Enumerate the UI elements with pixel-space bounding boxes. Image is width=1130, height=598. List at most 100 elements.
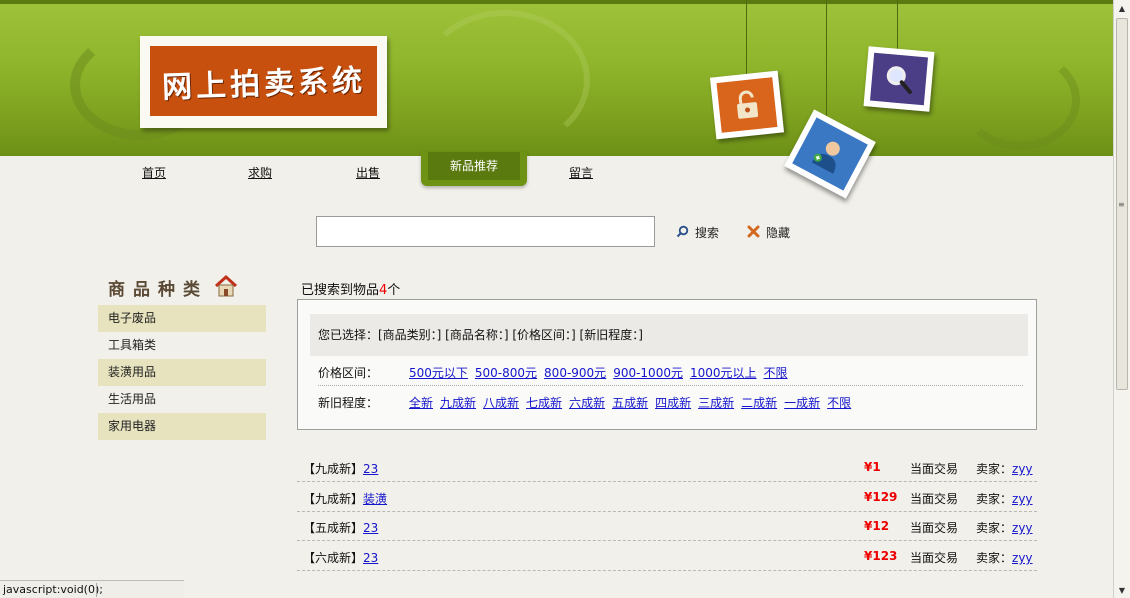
- result-condition: 【九成新】23: [303, 460, 378, 477]
- condition-option[interactable]: 一成新: [784, 394, 820, 411]
- category-title: 商品种类: [108, 274, 238, 301]
- header-banner: 网上拍卖系统: [0, 0, 1113, 156]
- result-price: ¥129: [864, 490, 898, 504]
- condition-option[interactable]: 七成新: [526, 394, 562, 411]
- nav-sell[interactable]: 出售: [356, 164, 380, 181]
- search-photo: [863, 46, 935, 112]
- magnifier-icon: [870, 52, 928, 106]
- category-item[interactable]: 生活用品: [98, 386, 266, 413]
- category-item[interactable]: 电子废品: [98, 305, 266, 332]
- condition-option[interactable]: 二成新: [741, 394, 777, 411]
- price-filter-row: 价格区间： 500元以下 500-800元 800-900元 900-1000元…: [318, 364, 795, 381]
- filter-divider: [318, 385, 1023, 386]
- lock-icon: [716, 77, 778, 133]
- result-seller-link[interactable]: zyy: [1012, 521, 1033, 535]
- condition-option[interactable]: 六成新: [569, 394, 605, 411]
- main-nav: 首页 求购 出售 留言: [0, 156, 1113, 188]
- category-item[interactable]: 家用电器: [98, 413, 266, 440]
- vertical-scrollbar[interactable]: ▲ ≡ ▼: [1113, 0, 1130, 598]
- result-trade-type: 当面交易: [910, 521, 959, 535]
- price-option[interactable]: 500-800元: [475, 364, 537, 381]
- result-seller-label: 卖家：: [976, 521, 1013, 535]
- condition-filter-row: 新旧程度： 全新 九成新 八成新 七成新 六成新 五成新 四成新 三成新 二成新…: [318, 394, 858, 411]
- search-input[interactable]: [316, 216, 655, 247]
- result-seller: 卖家：zyy: [976, 490, 1033, 507]
- result-seller-link[interactable]: zyy: [1012, 462, 1033, 476]
- result-price: ¥12: [864, 519, 890, 533]
- price-option[interactable]: 500元以下: [409, 364, 468, 381]
- logo-panel: 网上拍卖系统: [150, 46, 377, 116]
- selected-filters: 您已选择：[商品类别：] [商品名称：] [价格区间：] [新旧程度：]: [310, 314, 1028, 356]
- price-option[interactable]: 900-1000元: [613, 364, 683, 381]
- nav-new-products[interactable]: 新品推荐: [428, 152, 520, 180]
- result-item-link[interactable]: 23: [363, 462, 378, 476]
- scroll-up-icon[interactable]: ▲: [1114, 0, 1130, 16]
- status-bar: javascript:void(0);: [0, 580, 184, 598]
- results-count-suffix: 个: [387, 283, 401, 298]
- result-item-link[interactable]: 装潢: [363, 492, 387, 506]
- price-option[interactable]: 1000元以上: [690, 364, 757, 381]
- result-condition: 【六成新】23: [303, 549, 378, 566]
- condition-option[interactable]: 全新: [409, 394, 433, 411]
- category-item[interactable]: 工具箱类: [98, 332, 266, 359]
- result-seller-link[interactable]: zyy: [1012, 551, 1033, 565]
- condition-option[interactable]: 九成新: [440, 394, 476, 411]
- result-row: 【五成新】23 ¥12 当面交易 卖家：zyy: [297, 511, 1037, 541]
- result-row: 【六成新】23 ¥123 当面交易 卖家：zyy: [297, 541, 1037, 571]
- result-item-link[interactable]: 23: [363, 521, 378, 535]
- result-seller-label: 卖家：: [976, 462, 1013, 476]
- status-separator: [96, 583, 97, 597]
- hide-button-label: 隐藏: [766, 226, 791, 240]
- result-item-link[interactable]: 23: [363, 551, 378, 565]
- result-trade-type: 当面交易: [910, 551, 959, 565]
- decorative-swirl: [960, 50, 1080, 150]
- condition-option[interactable]: 八成新: [483, 394, 519, 411]
- result-condition-text: 【九成新】: [303, 492, 364, 506]
- magnifier-icon: [676, 225, 689, 241]
- result-price: ¥123: [864, 549, 898, 563]
- decorative-swirl: [420, 10, 590, 150]
- result-row: 【九成新】23 ¥1 当面交易 卖家：zyy: [297, 452, 1037, 482]
- result-trade-type: 当面交易: [910, 492, 959, 506]
- result-seller: 卖家：zyy: [976, 549, 1033, 566]
- house-icon: [214, 274, 238, 301]
- price-option[interactable]: 800-900元: [544, 364, 606, 381]
- result-seller-label: 卖家：: [976, 551, 1013, 565]
- nav-message[interactable]: 留言: [569, 164, 593, 181]
- lock-photo: [709, 70, 785, 140]
- result-row: 【九成新】装潢 ¥129 当面交易 卖家：zyy: [297, 482, 1037, 512]
- condition-filter-label: 新旧程度：: [318, 396, 379, 410]
- result-condition-text: 【九成新】: [303, 462, 364, 476]
- x-icon: [747, 225, 760, 241]
- result-seller-label: 卖家：: [976, 492, 1013, 506]
- condition-option[interactable]: 三成新: [698, 394, 734, 411]
- search-button-label: 搜索: [695, 226, 720, 240]
- category-title-text: 商品种类: [108, 280, 208, 300]
- status-text: javascript:void(0);: [3, 583, 103, 596]
- result-condition: 【九成新】装潢: [303, 490, 387, 507]
- condition-option[interactable]: 四成新: [655, 394, 691, 411]
- price-option[interactable]: 不限: [764, 364, 788, 381]
- search-button[interactable]: 搜索: [676, 224, 719, 241]
- hanging-string: [826, 0, 827, 128]
- result-seller: 卖家：zyy: [976, 519, 1033, 536]
- category-list: 电子废品 工具箱类 装潢用品 生活用品 家用电器: [98, 305, 266, 440]
- nav-home[interactable]: 首页: [142, 164, 166, 181]
- result-seller-link[interactable]: zyy: [1012, 492, 1033, 506]
- nav-buy-request[interactable]: 求购: [248, 164, 272, 181]
- price-filter-label: 价格区间：: [318, 366, 379, 380]
- category-item[interactable]: 装潢用品: [98, 359, 266, 386]
- hanging-string: [746, 0, 747, 80]
- filter-panel: 您已选择：[商品类别：] [商品名称：] [价格区间：] [新旧程度：] 价格区…: [297, 299, 1037, 430]
- condition-option[interactable]: 五成新: [612, 394, 648, 411]
- condition-option[interactable]: 不限: [827, 394, 851, 411]
- header-top-line: [0, 0, 1113, 4]
- scroll-grip-icon: ≡: [1118, 200, 1125, 209]
- result-price: ¥1: [864, 460, 881, 474]
- result-seller: 卖家：zyy: [976, 460, 1033, 477]
- nav-new-products-active[interactable]: 新品推荐: [421, 152, 527, 186]
- hide-button[interactable]: 隐藏: [747, 224, 790, 241]
- results-count: 已搜索到物品4个: [301, 279, 400, 298]
- scroll-down-icon[interactable]: ▼: [1114, 582, 1130, 598]
- site-logo[interactable]: 网上拍卖系统: [140, 36, 387, 128]
